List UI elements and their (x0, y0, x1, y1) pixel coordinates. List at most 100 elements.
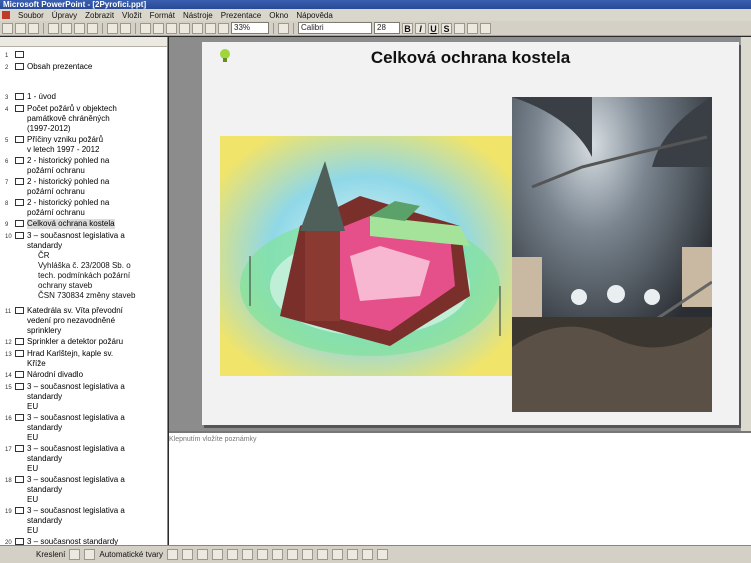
print-icon[interactable] (48, 22, 59, 34)
slide-icon (15, 476, 24, 483)
menu-help[interactable]: Nápověda (292, 11, 336, 20)
slide-icon (15, 371, 24, 378)
outline-label: 2 - historický pohled na požární ochranu (27, 177, 110, 196)
align-center-icon[interactable] (467, 22, 478, 34)
menu-edit[interactable]: Úpravy (48, 11, 81, 20)
shadow-button[interactable]: S (441, 22, 452, 34)
outline-item[interactable]: 5 Příčiny vzniku požárů v letech 1997 - … (2, 134, 167, 155)
outline-item[interactable]: 19 3 – současnost legislativa a standard… (2, 505, 167, 536)
fill-color-icon[interactable] (271, 549, 283, 560)
outline-item[interactable]: 17 3 – současnost legislativa a standard… (2, 443, 167, 474)
line-color-icon[interactable] (286, 549, 298, 560)
cut-icon[interactable] (61, 22, 72, 34)
undo-icon[interactable] (107, 22, 118, 34)
menu-tools[interactable]: Nástroje (179, 11, 217, 20)
dash-style-icon[interactable] (331, 549, 343, 560)
slide-number: 8 (5, 201, 9, 207)
autoshapes-menu[interactable]: Automatické tvary (99, 550, 163, 559)
slide-number: 16 (5, 416, 12, 422)
columns-icon[interactable] (179, 22, 190, 34)
outline-item-selected[interactable]: 9 Celková ochrana kostela (2, 218, 167, 230)
notes-pane[interactable]: Klepnutím vložíte poznámky (169, 431, 751, 545)
menu-window[interactable]: Okno (265, 11, 292, 20)
outline-subtext: ČR Vyhláška č. 23/2008 Sb. o tech. podmí… (38, 251, 136, 300)
slide-icon (15, 105, 24, 112)
outline-item[interactable]: 1 (2, 49, 167, 61)
save-icon[interactable] (28, 22, 39, 34)
font-size-field[interactable]: 28 (374, 22, 400, 34)
line-style-icon[interactable] (316, 549, 328, 560)
menu-format[interactable]: Formát (146, 11, 179, 20)
slide-number: 19 (5, 509, 12, 515)
outline-item[interactable]: 11 Katedrála sv. Víta převodní vedení pr… (2, 305, 167, 336)
menu-slideshow[interactable]: Prezentace (217, 11, 265, 20)
color-icon[interactable] (205, 22, 216, 34)
outline-item[interactable]: 8 2 - historický pohled na požární ochra… (2, 197, 167, 218)
open-icon[interactable] (15, 22, 26, 34)
outline-item[interactable]: 7 2 - historický pohled na požární ochra… (2, 176, 167, 197)
wordart-icon[interactable] (241, 549, 253, 560)
text-box-icon[interactable] (192, 22, 203, 34)
outline-label: Hrad Karlštejn, kaple sv. Kříže (27, 349, 114, 368)
textbox-icon[interactable] (226, 549, 238, 560)
outline-item[interactable]: 10 3 – současnost legislativa a standard… (2, 230, 167, 251)
rotate-icon[interactable] (84, 549, 96, 560)
outline-label: 2 - historický pohled na požární ochranu (27, 198, 110, 217)
grid-icon[interactable] (218, 22, 229, 34)
outline-item[interactable]: 3 1 - úvod (2, 91, 167, 103)
copy-icon[interactable] (74, 22, 85, 34)
italic-button[interactable]: I (415, 22, 426, 34)
select-arrow-icon[interactable] (69, 549, 81, 560)
new-icon[interactable] (2, 22, 13, 34)
outline-label: 3 – současnost legislativa a standardy E… (27, 413, 125, 442)
hyperlink-icon[interactable] (140, 22, 151, 34)
outline-item[interactable]: 20 3 – současnost standardy NFPA 914 (2, 536, 167, 545)
bold-button[interactable]: B (402, 22, 413, 34)
window-title-bar: Microsoft PowerPoint - [2Pyrofici.ppt] (0, 0, 751, 9)
picture-icon[interactable] (256, 549, 268, 560)
outline-item[interactable]: 12 Sprinkler a detektor požáru (2, 336, 167, 348)
menu-insert[interactable]: Vložit (118, 11, 146, 20)
line-icon[interactable] (166, 549, 178, 560)
outline-item[interactable]: 13 Hrad Karlštejn, kaple sv. Kříže (2, 348, 167, 369)
menu-file[interactable]: Soubor (14, 11, 48, 20)
font-color-icon[interactable] (301, 549, 313, 560)
chart-icon[interactable] (166, 22, 177, 34)
outline-label: Katedrála sv. Víta převodní vedení pro n… (27, 306, 123, 335)
oval-icon[interactable] (211, 549, 223, 560)
menu-view[interactable]: Zobrazit (81, 11, 118, 20)
outline-label: Sprinkler a detektor požáru (27, 337, 124, 346)
rectangle-icon[interactable] (196, 549, 208, 560)
burned-church-interior-photo[interactable] (512, 97, 712, 412)
arrow-style-icon[interactable] (346, 549, 358, 560)
3d-icon[interactable] (376, 549, 388, 560)
help-icon[interactable] (278, 22, 289, 34)
outline-item[interactable]: 4 Počet požárů v objektech památkově chr… (2, 103, 167, 134)
outline-item[interactable]: 2 Obsah prezentace (2, 61, 167, 73)
outline-item[interactable]: 14 Národní divadlo (2, 369, 167, 381)
slide-canvas[interactable]: Celková ochrana kostela (202, 42, 739, 425)
arrow-icon[interactable] (181, 549, 193, 560)
draw-menu[interactable]: Kreslení (36, 550, 65, 559)
paste-icon[interactable] (87, 22, 98, 34)
underline-button[interactable]: U (428, 22, 439, 34)
redo-icon[interactable] (120, 22, 131, 34)
outline-item[interactable]: 6 2 - historický pohled na požární ochra… (2, 155, 167, 176)
outline-item[interactable]: 15 3 – současnost legislativa a standard… (2, 381, 167, 412)
slide-icon (15, 178, 24, 185)
outline-label: Celková ochrana kostela (27, 219, 115, 229)
table-icon[interactable] (153, 22, 164, 34)
align-right-icon[interactable] (480, 22, 491, 34)
slide-number: 18 (5, 478, 12, 484)
font-family-field[interactable]: Calibri (298, 22, 372, 34)
church-cutaway-illustration[interactable] (220, 136, 513, 376)
shadow-icon[interactable] (361, 549, 373, 560)
slide-icon (15, 220, 24, 227)
outline-item[interactable]: 16 3 – současnost legislativa a standard… (2, 412, 167, 443)
align-left-icon[interactable] (454, 22, 465, 34)
vertical-scrollbar[interactable] (740, 37, 751, 431)
outline-item[interactable]: 18 3 – současnost legislativa a standard… (2, 474, 167, 505)
slide-title[interactable]: Celková ochrana kostela (202, 48, 739, 68)
zoom-field[interactable]: 33% (231, 22, 269, 34)
powerpoint-app-icon[interactable] (2, 11, 10, 19)
